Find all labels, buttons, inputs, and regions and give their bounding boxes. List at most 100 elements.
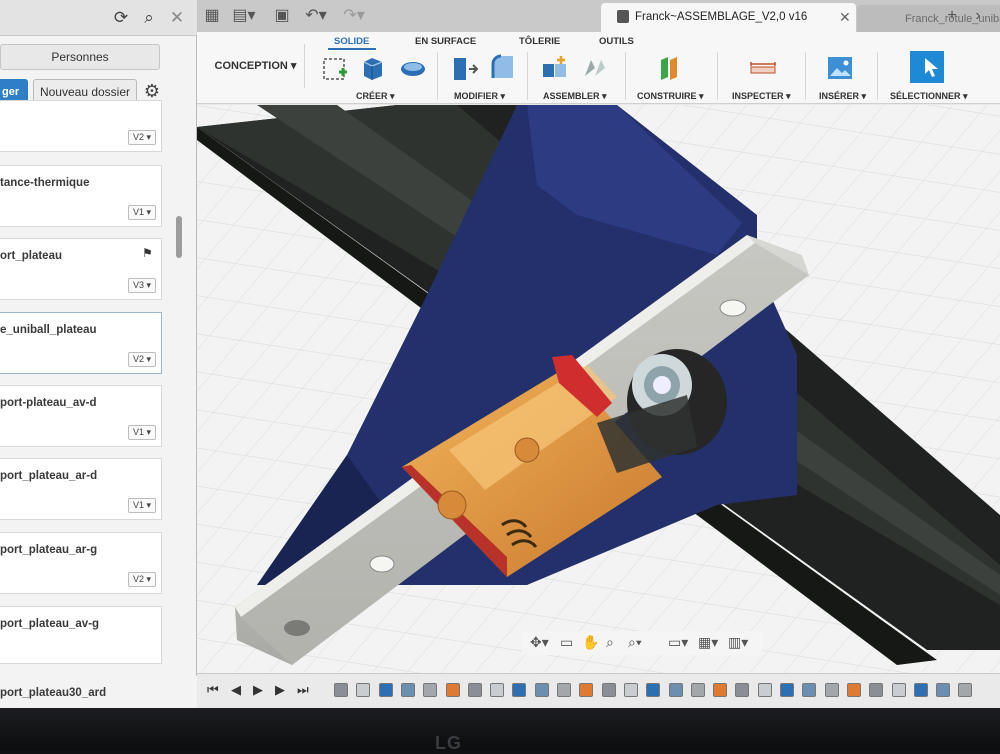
3d-viewport[interactable] bbox=[197, 105, 1000, 708]
timeline-feature-icon[interactable] bbox=[958, 683, 973, 697]
version-badge[interactable]: V3 ▾ bbox=[128, 278, 156, 293]
timeline-feature-icon[interactable] bbox=[490, 683, 505, 697]
group-inserer[interactable]: INSÉRER ▾ bbox=[819, 91, 866, 102]
timeline-feature-icon[interactable] bbox=[334, 683, 348, 697]
timeline-feature-icon[interactable] bbox=[869, 683, 884, 697]
undo-icon[interactable]: ↶▾ bbox=[303, 6, 329, 26]
zoom-icon[interactable]: ⌕ bbox=[606, 634, 614, 651]
timeline: ⏮ ◀ ▶ ▶ ⏭ bbox=[197, 673, 1000, 708]
tab-outils[interactable]: OUTILS bbox=[599, 36, 634, 47]
timeline-feature-icon[interactable] bbox=[356, 683, 371, 697]
previous-step-icon[interactable]: ◀ bbox=[231, 682, 241, 698]
timeline-feature-icon[interactable] bbox=[445, 683, 460, 697]
offset-plane-icon[interactable] bbox=[657, 54, 685, 82]
more-icon[interactable]: › bbox=[969, 6, 987, 26]
timeline-feature-icon[interactable] bbox=[780, 683, 794, 697]
list-item[interactable]: port_plateau_ar-d V1 ▾ bbox=[0, 458, 162, 520]
group-creer[interactable]: CRÉER ▾ bbox=[356, 91, 395, 102]
fillet-icon[interactable] bbox=[489, 54, 517, 82]
last-step-icon[interactable]: ⏭ bbox=[297, 682, 309, 698]
timeline-feature-icon[interactable] bbox=[668, 683, 683, 697]
fit-icon[interactable]: ⌕▾ bbox=[628, 634, 642, 651]
joint-icon[interactable] bbox=[581, 54, 609, 82]
timeline-feature-icon[interactable] bbox=[601, 683, 616, 697]
ribbon-toolbar: CONCEPTION ▾ SOLIDE EN SURFACE TÔLERIE O… bbox=[197, 32, 1000, 104]
grid-menu-icon[interactable]: ▦ bbox=[203, 6, 221, 26]
list-item[interactable]: V2 ▾ bbox=[0, 100, 162, 152]
play-icon[interactable]: ▶ bbox=[253, 682, 263, 698]
timeline-feature-icon[interactable] bbox=[735, 683, 750, 697]
close-icon[interactable]: ✕ bbox=[839, 9, 851, 26]
list-item[interactable]: port_plateau30_ard bbox=[0, 676, 197, 708]
list-item[interactable]: port_plateau_ar-g V2 ▾ bbox=[0, 532, 162, 594]
timeline-feature-icon[interactable] bbox=[512, 683, 527, 697]
version-badge[interactable]: V1 ▾ bbox=[128, 205, 156, 220]
orbit-icon[interactable]: ✥▾ bbox=[530, 634, 549, 651]
timeline-feature-icon[interactable] bbox=[646, 683, 661, 697]
timeline-feature-icon[interactable] bbox=[690, 683, 705, 697]
new-component-icon[interactable] bbox=[541, 54, 569, 82]
group-inspecter[interactable]: INSPECTER ▾ bbox=[732, 91, 791, 102]
timeline-feature-icon[interactable] bbox=[423, 683, 438, 697]
list-item[interactable]: e_uniball_plateau V2 ▾ bbox=[0, 312, 162, 374]
timeline-feature-icon[interactable] bbox=[623, 683, 638, 697]
workspace-dropdown[interactable]: CONCEPTION ▾ bbox=[207, 44, 305, 88]
next-step-icon[interactable]: ▶ bbox=[275, 682, 285, 698]
timeline-feature-icon[interactable] bbox=[891, 683, 906, 697]
timeline-feature-icon[interactable] bbox=[378, 683, 393, 697]
tab-assemblage[interactable]: Franck~ASSEMBLAGE_V2,0 v16 ✕ bbox=[601, 3, 856, 32]
select-icon[interactable] bbox=[909, 50, 945, 84]
group-construire[interactable]: CONSTRUIRE ▾ bbox=[637, 91, 704, 102]
close-icon[interactable]: ✕ bbox=[166, 7, 188, 29]
group-modifier[interactable]: MODIFIER ▾ bbox=[454, 91, 505, 102]
tab-tolerie[interactable]: TÔLERIE bbox=[519, 36, 560, 47]
extrude-icon[interactable] bbox=[359, 54, 387, 82]
timeline-feature-icon[interactable] bbox=[802, 683, 817, 697]
display-settings-icon[interactable]: ▭▾ bbox=[668, 634, 688, 651]
list-item[interactable]: ort_plateau V3 ▾ bbox=[0, 238, 162, 300]
group-assembler[interactable]: ASSEMBLER ▾ bbox=[543, 91, 607, 102]
assembly-model[interactable] bbox=[197, 105, 1000, 708]
timeline-feature-icon[interactable] bbox=[846, 683, 861, 697]
save-icon[interactable]: ▣ bbox=[273, 6, 291, 26]
list-item[interactable]: tance-thermique V1 ▾ bbox=[0, 165, 162, 227]
redo-icon[interactable]: ↷▾ bbox=[341, 6, 367, 26]
measure-icon[interactable] bbox=[749, 54, 777, 82]
timeline-feature-icon[interactable] bbox=[913, 683, 928, 697]
timeline-feature-icon[interactable] bbox=[400, 683, 415, 697]
version-badge[interactable]: V1 ▾ bbox=[128, 425, 156, 440]
look-at-icon[interactable]: ▭ bbox=[560, 634, 573, 651]
list-item[interactable]: port-plateau_av-d V1 ▾ bbox=[0, 385, 162, 447]
people-tab[interactable]: Personnes bbox=[0, 44, 160, 70]
group-selectionner[interactable]: SÉLECTIONNER ▾ bbox=[890, 91, 968, 102]
revolve-icon[interactable] bbox=[399, 54, 427, 82]
version-badge[interactable]: V1 ▾ bbox=[128, 498, 156, 513]
list-item[interactable]: port_plateau_av-g bbox=[0, 606, 162, 664]
first-step-icon[interactable]: ⏮ bbox=[207, 682, 219, 698]
add-tab-icon[interactable]: + bbox=[943, 6, 961, 26]
version-badge[interactable]: V2 ▾ bbox=[128, 130, 156, 145]
file-menu-icon[interactable]: ▤▾ bbox=[231, 6, 257, 26]
timeline-feature-icon[interactable] bbox=[579, 683, 594, 697]
tab-surface[interactable]: EN SURFACE bbox=[415, 36, 476, 47]
timeline-feature-icon[interactable] bbox=[713, 683, 728, 697]
version-badge[interactable]: V2 ▾ bbox=[128, 352, 156, 367]
search-icon[interactable]: ⌕ bbox=[138, 7, 160, 29]
press-pull-icon[interactable] bbox=[451, 54, 479, 82]
refresh-icon[interactable]: ⟳ bbox=[110, 7, 132, 29]
timeline-feature-icon[interactable] bbox=[936, 683, 951, 697]
grid-settings-icon[interactable]: ▦▾ bbox=[698, 634, 718, 651]
insert-image-icon[interactable] bbox=[826, 54, 854, 82]
tab-solide[interactable]: SOLIDE bbox=[334, 36, 369, 47]
timeline-feature-icon[interactable] bbox=[534, 683, 549, 697]
version-badge[interactable]: V2 ▾ bbox=[128, 572, 156, 587]
scrollbar[interactable] bbox=[176, 216, 182, 258]
viewports-icon[interactable]: ▥▾ bbox=[728, 634, 748, 651]
timeline-feature-icon[interactable] bbox=[824, 683, 839, 697]
pan-icon[interactable]: ✋ bbox=[582, 634, 599, 651]
sketch-icon[interactable] bbox=[321, 54, 349, 82]
timeline-feature-icon[interactable] bbox=[557, 683, 571, 697]
timeline-feature-icon[interactable] bbox=[467, 683, 482, 697]
gear-icon[interactable]: ⚙ bbox=[142, 80, 162, 102]
timeline-feature-icon[interactable] bbox=[757, 683, 772, 697]
